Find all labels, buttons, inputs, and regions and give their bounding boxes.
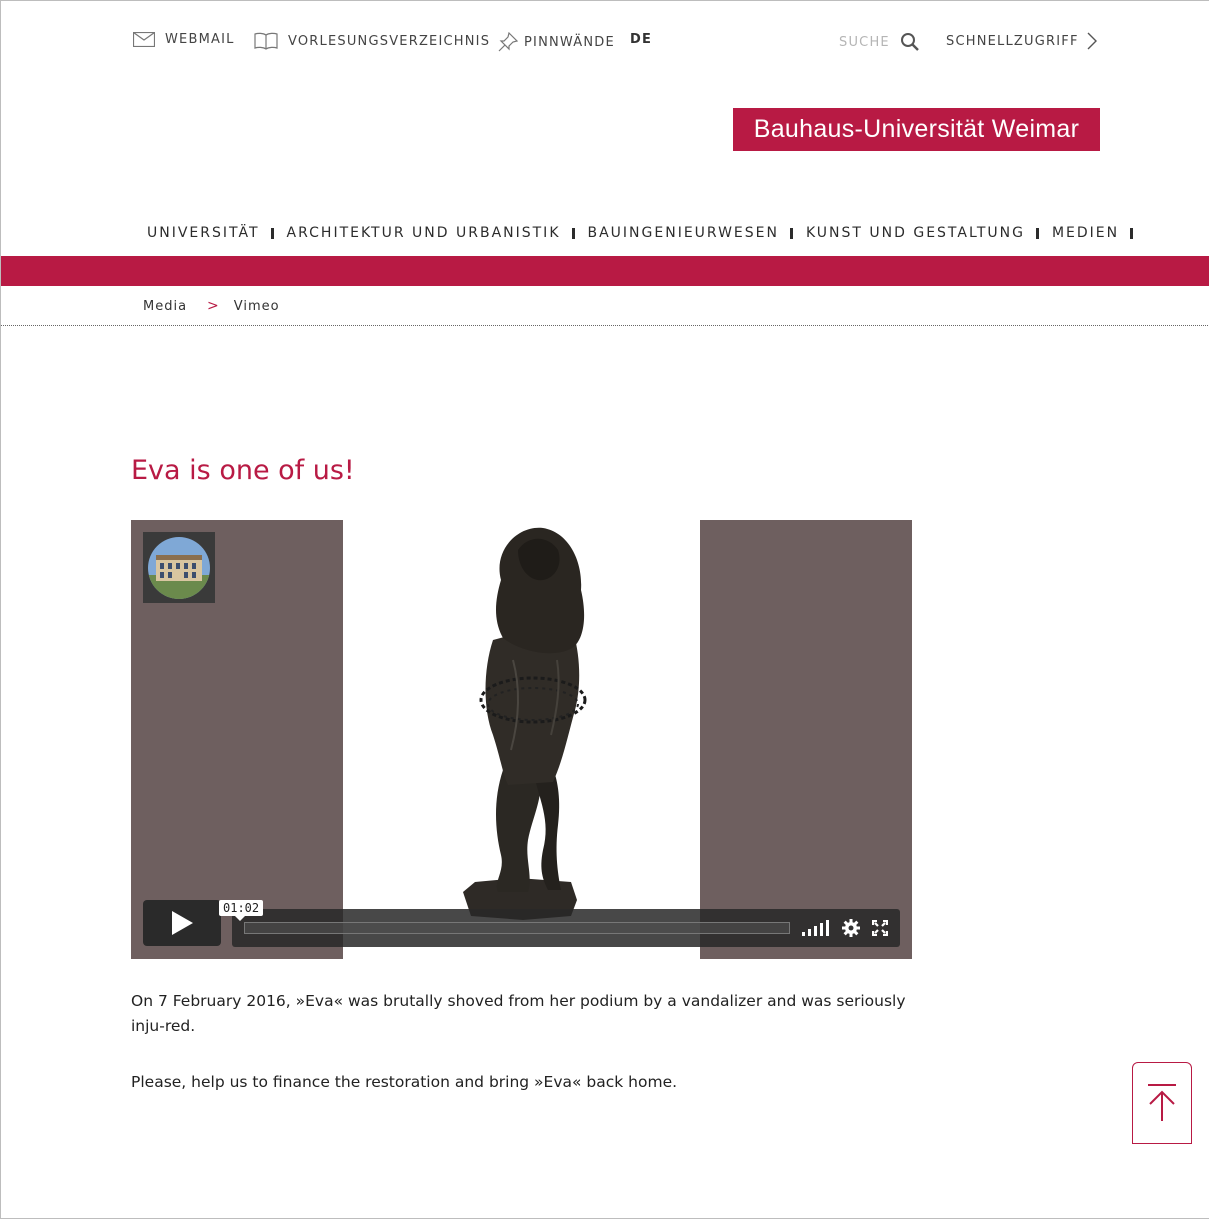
nav-separator <box>1035 227 1039 239</box>
search-label: SUCHE <box>839 34 890 50</box>
nav-item-bauingenieurwesen[interactable]: BAUINGENIEURWESEN <box>588 225 779 241</box>
pinnwaende-label: PINNWÄNDE <box>524 34 615 50</box>
webmail-label: WEBMAIL <box>165 32 235 47</box>
vorlesungsverzeichnis-label: VORLESUNGSVERZEICHNIS <box>288 33 491 49</box>
volume-icon[interactable] <box>802 920 830 936</box>
video-controls <box>232 909 900 947</box>
breadcrumb: Media > Vimeo <box>143 298 280 314</box>
schnellzugriff-button[interactable]: SCHNELLZUGRIFF <box>946 32 1097 50</box>
breadcrumb-chevron-icon: > <box>207 298 220 314</box>
schnellzugriff-label: SCHNELLZUGRIFF <box>946 33 1079 49</box>
play-icon <box>172 911 193 935</box>
page-title: Eva is one of us! <box>131 455 355 486</box>
pin-icon <box>498 32 518 52</box>
main-navigation: UNIVERSITÄT ARCHITEKTUR UND URBANISTIK B… <box>147 225 1146 241</box>
settings-icon[interactable] <box>842 919 860 937</box>
chevron-right-icon <box>1087 32 1097 50</box>
video-side-panel-right <box>700 520 912 959</box>
back-to-top-button[interactable] <box>1132 1062 1192 1144</box>
nav-separator <box>270 227 274 239</box>
nav-item-architektur[interactable]: ARCHITEKTUR UND URBANISTIK <box>287 225 561 241</box>
vorlesungsverzeichnis-link[interactable]: VORLESUNGSVERZEICHNIS <box>254 32 490 50</box>
nav-separator <box>789 227 793 239</box>
search-button[interactable]: SUCHE <box>839 32 920 52</box>
language-switch[interactable]: DE <box>630 32 652 47</box>
language-label: DE <box>630 32 653 47</box>
utility-bar: WEBMAIL VORLESUNGSVERZEICHNIS PINNWÄNDE … <box>1 1 1209 81</box>
mail-icon <box>133 32 155 47</box>
fullscreen-icon[interactable] <box>872 920 888 936</box>
video-timecode: 01:02 <box>219 900 264 921</box>
nav-item-universitaet[interactable]: UNIVERSITÄT <box>147 225 260 241</box>
channel-avatar[interactable] <box>143 532 215 603</box>
search-icon <box>900 33 919 51</box>
logo-text: Bauhaus-Universität Weimar <box>753 115 1080 143</box>
breadcrumb-media[interactable]: Media <box>143 299 187 314</box>
sculpture-image <box>463 527 587 920</box>
breadcrumb-divider <box>1 325 1209 326</box>
breadcrumb-vimeo: Vimeo <box>233 298 280 314</box>
body-paragraph: On 7 February 2016, »Eva« was brutally s… <box>131 992 906 1035</box>
nav-item-kunst[interactable]: KUNST UND GESTALTUNG <box>806 225 1025 241</box>
channel-avatar-image <box>148 536 210 599</box>
nav-separator <box>571 227 575 239</box>
nav-item-medien[interactable]: MEDIEN <box>1052 225 1119 241</box>
brand-bar <box>1 256 1209 286</box>
webmail-link[interactable]: WEBMAIL <box>133 32 235 47</box>
control-icons <box>802 919 888 937</box>
pinnwaende-link[interactable]: PINNWÄNDE <box>498 32 615 52</box>
nav-separator <box>1130 227 1134 239</box>
play-button[interactable] <box>143 900 221 946</box>
arrow-up-icon <box>1148 1084 1176 1121</box>
body-paragraph: Please, help us to finance the restorati… <box>131 1073 678 1091</box>
university-logo[interactable]: Bauhaus-Universität Weimar <box>733 108 1100 151</box>
video-player[interactable]: 01:02 <box>131 520 912 959</box>
progress-bar[interactable] <box>244 922 790 934</box>
book-icon <box>254 32 278 50</box>
